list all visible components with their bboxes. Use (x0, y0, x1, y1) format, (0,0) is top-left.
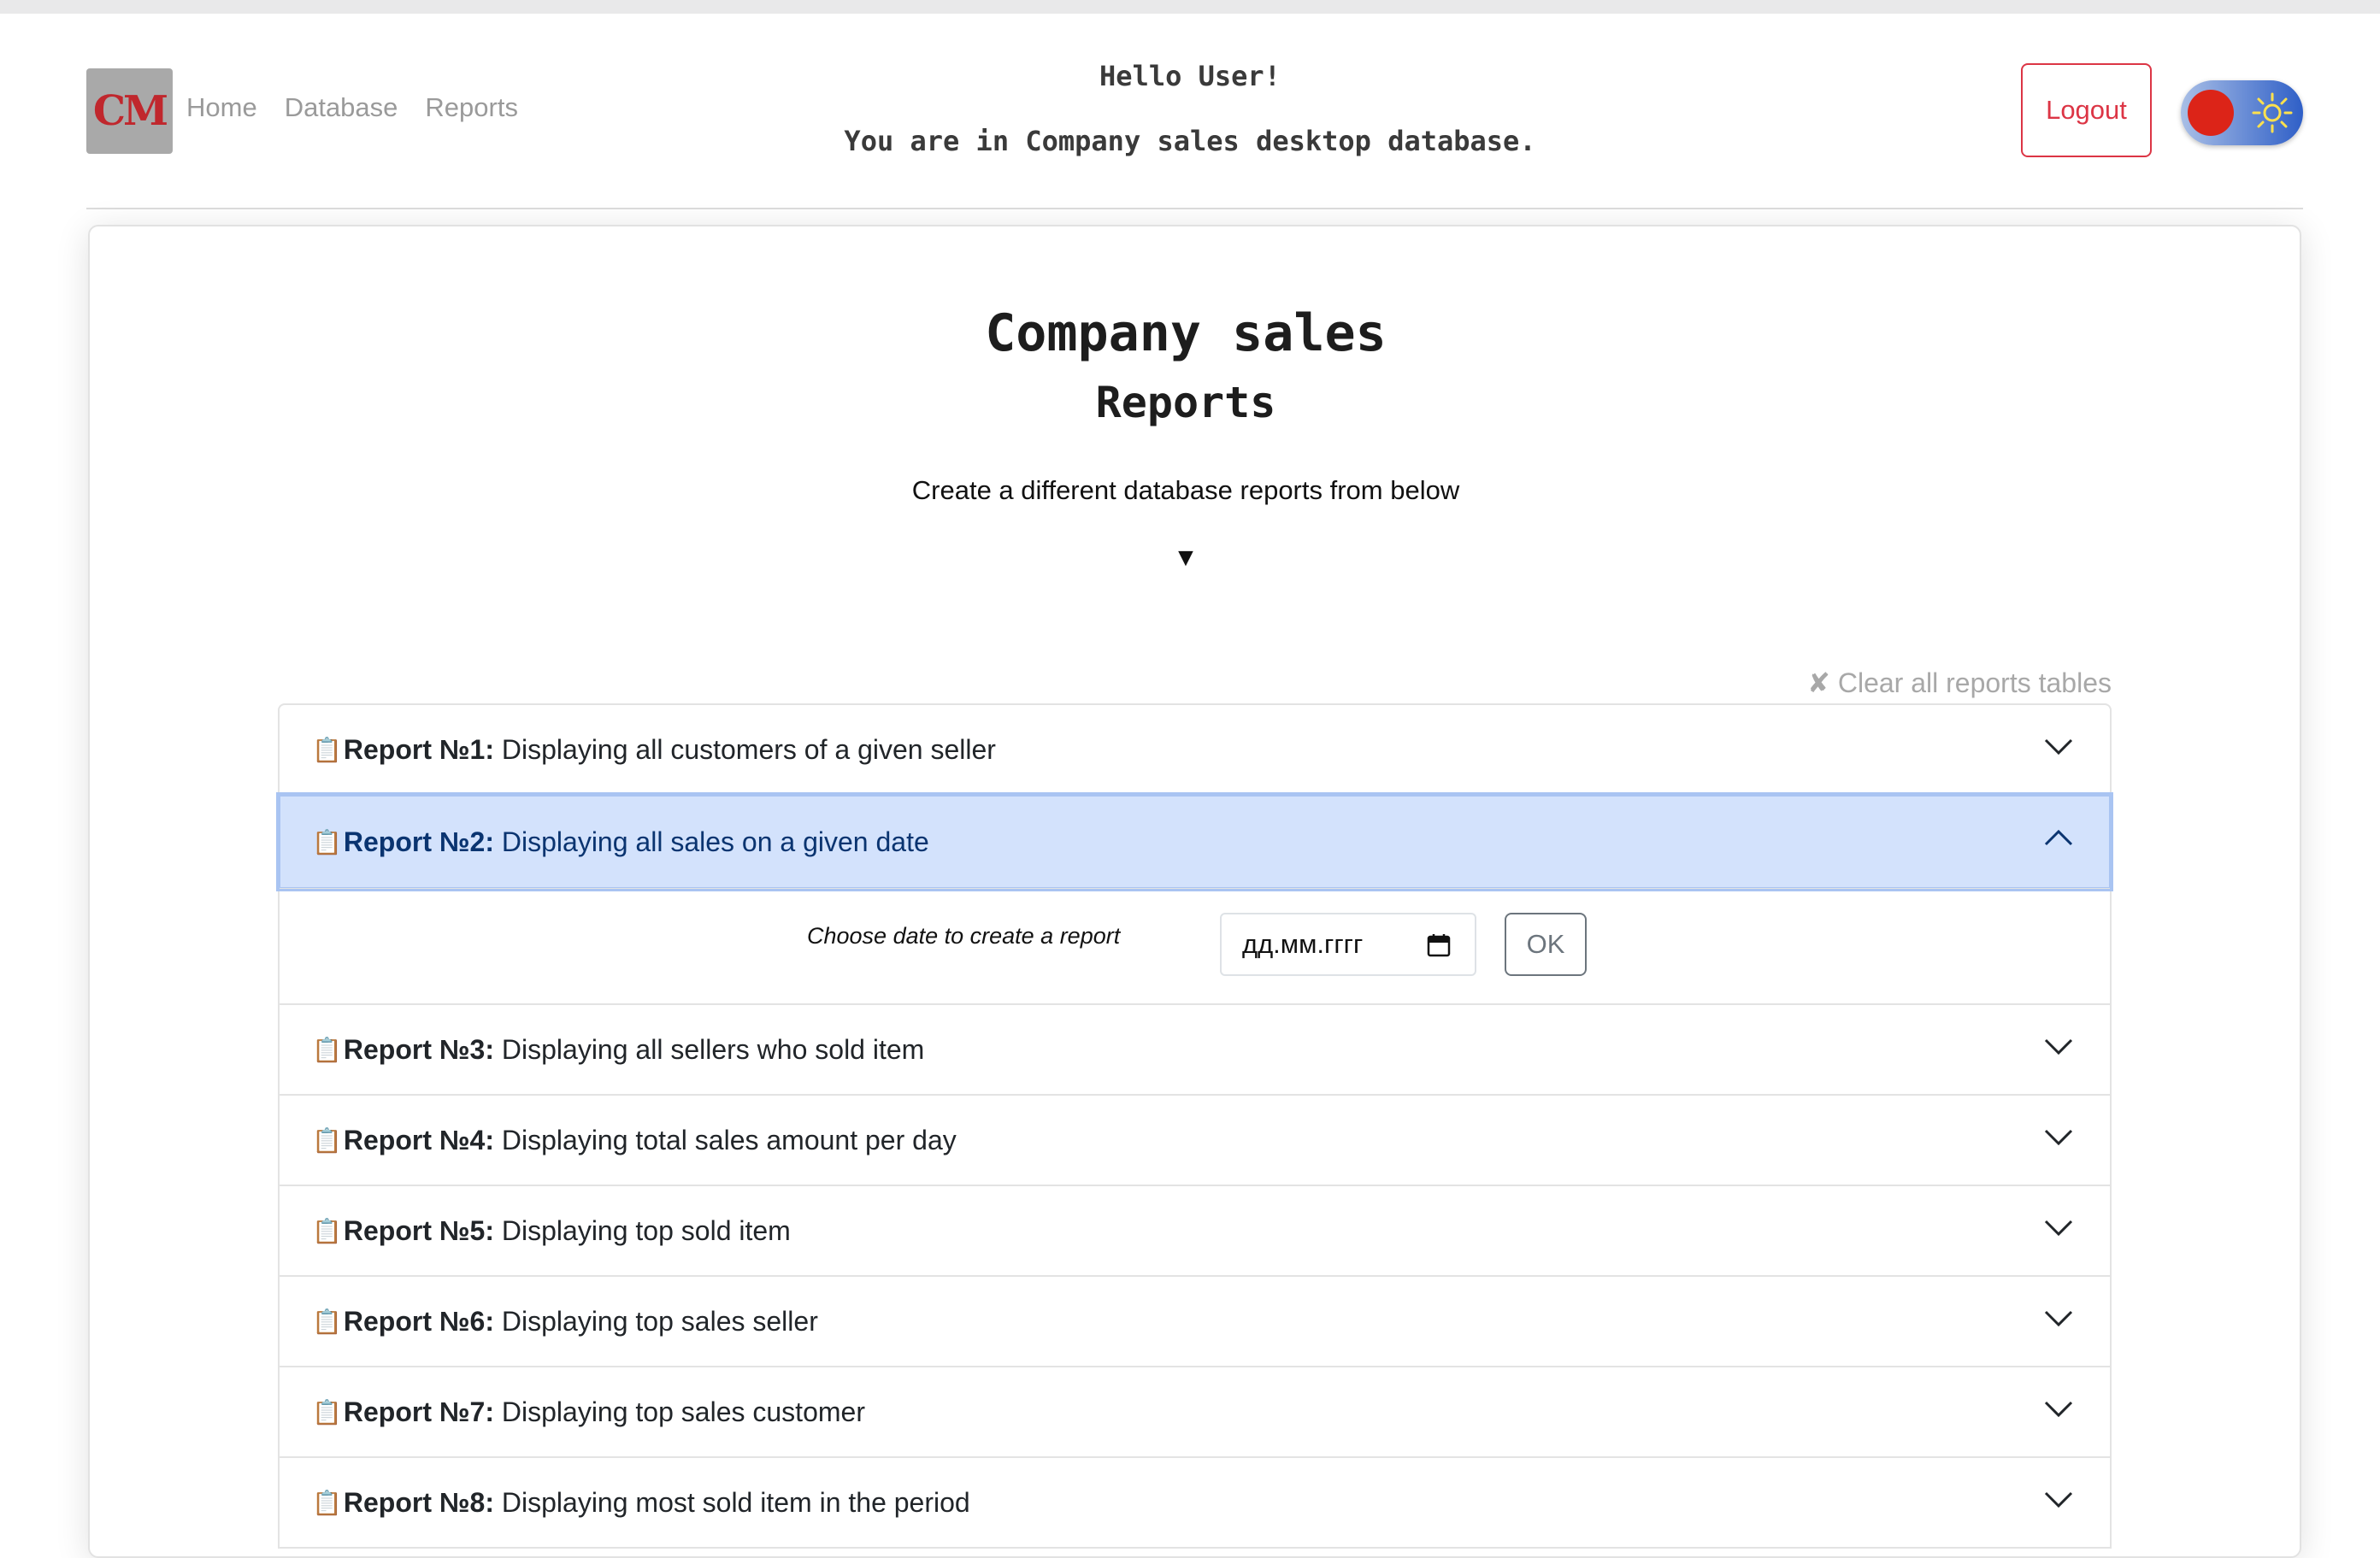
report-item-7: 📋 Report №7: Displaying top sales custome… (278, 1367, 2112, 1458)
clipboard-icon: 📋 (312, 1126, 342, 1154)
report-description: Displaying top sales seller (501, 1305, 818, 1337)
nav-home-link[interactable]: Home (186, 92, 257, 123)
report-title (494, 1306, 502, 1338)
report-title (494, 1034, 502, 1066)
theme-toggle[interactable] (2181, 80, 2303, 145)
report-title (494, 1125, 502, 1156)
report-header-7[interactable]: 📋 Report №7: Displaying top sales custome… (280, 1367, 2110, 1456)
header-divider (86, 208, 2303, 209)
page-title: Company sales (985, 303, 1387, 363)
ok-button[interactable]: OK (1505, 913, 1587, 976)
chevron-down-icon (2044, 738, 2073, 755)
page-description: Create a different database reports from… (911, 475, 1460, 505)
report-header-2[interactable]: 📋 Report №2: Displaying all sales on a gi… (276, 792, 2113, 891)
report-title (494, 1396, 502, 1428)
report-number-label: Report №7: (343, 1396, 494, 1427)
report-item-1: 📋 Report №1: Displaying all customers of … (278, 703, 2112, 796)
report-description: Displaying all customers of a given sell… (501, 733, 996, 765)
date-placeholder: дд.мм.гггг (1242, 929, 1364, 959)
report-number-label: Report №6: (343, 1305, 494, 1337)
down-arrow-icon: ▼ (1173, 544, 1199, 572)
clipboard-icon: 📋 (312, 736, 342, 763)
report-item-4: 📋 Report №4: Displaying total sales amoun… (278, 1096, 2112, 1186)
report-header-6[interactable]: 📋 Report №6: Displaying top sales seller (280, 1277, 2110, 1366)
report-item-8: 📋 Report №8: Displaying most sold item in… (278, 1458, 2112, 1549)
clear-all-reports-link[interactable]: ✘ Clear all reports tables (1802, 667, 2112, 699)
report-header-8[interactable]: 📋 Report №8: Displaying most sold item in… (280, 1458, 2110, 1547)
chevron-down-icon (2044, 1310, 2073, 1327)
report-description: Displaying total sales amount per day (501, 1124, 957, 1155)
report-header-1[interactable]: 📋 Report №1: Displaying all customers of … (280, 705, 2110, 794)
report-title (494, 826, 502, 858)
page-subtitle: Reports (1095, 378, 1276, 427)
report-header-4[interactable]: 📋 Report №4: Displaying total sales amoun… (280, 1096, 2110, 1185)
report-header-3[interactable]: 📋 Report №3: Displaying all sellers who s… (280, 1005, 2110, 1094)
report-item-5: 📋 Report №5: Displaying top sold item (278, 1186, 2112, 1277)
date-input[interactable]: дд.мм.гггг (1220, 913, 1476, 976)
nav-reports-link[interactable]: Reports (425, 92, 518, 123)
chevron-down-icon (2044, 1401, 2073, 1418)
report-2-body: Choose date to create a report дд.мм.гггг… (280, 888, 2110, 1003)
report-title (494, 1215, 502, 1247)
clipboard-icon: 📋 (312, 1398, 342, 1426)
report-item-3: 📋 Report №3: Displaying all sellers who s… (278, 1005, 2112, 1096)
logout-button[interactable]: Logout (2021, 63, 2152, 157)
report-title (494, 734, 502, 766)
window-top-bar (0, 0, 2380, 14)
report-description: Displaying all sales on a given date (501, 826, 929, 857)
report-item-6: 📋 Report №6: Displaying top sales seller (278, 1277, 2112, 1367)
report-description: Displaying top sales customer (501, 1396, 865, 1427)
calendar-icon[interactable] (1427, 933, 1451, 957)
reports-accordion: 📋 Report №1: Displaying all customers of … (276, 703, 2113, 1549)
nav-database-link[interactable]: Database (285, 92, 398, 123)
clipboard-icon: 📋 (312, 1217, 342, 1244)
report-description: Displaying all sellers who sold item (501, 1033, 925, 1065)
report-description: Displaying top sold item (501, 1214, 791, 1246)
report-number-label: Report №8: (343, 1486, 494, 1518)
clipboard-icon: 📋 (312, 1036, 342, 1063)
chevron-down-icon (2044, 1129, 2073, 1146)
date-prompt-label: Choose date to create a report (807, 923, 1121, 949)
clipboard-icon: 📋 (312, 828, 342, 855)
toggle-knob (2188, 90, 2234, 136)
report-title (494, 1487, 502, 1519)
report-number-label: Report №5: (343, 1214, 494, 1246)
report-number-label: Report №4: (343, 1124, 494, 1155)
report-number-label: Report №2: (343, 826, 494, 857)
report-number-label: Report №1: (343, 733, 494, 765)
report-header-5[interactable]: 📋 Report №5: Displaying top sold item (280, 1186, 2110, 1275)
clipboard-icon: 📋 (312, 1308, 342, 1335)
main-nav: Home Database Reports (186, 92, 518, 123)
sun-icon (2252, 92, 2293, 133)
chevron-down-icon (2044, 1220, 2073, 1237)
report-number-label: Report №3: (343, 1033, 494, 1065)
chevron-up-icon (2044, 829, 2073, 846)
report-item-2: 📋 Report №2: Displaying all sales on a gi… (276, 792, 2113, 1005)
chevron-down-icon (2044, 1491, 2073, 1508)
clipboard-icon: 📋 (312, 1489, 342, 1516)
chevron-down-icon (2044, 1038, 2073, 1055)
report-description: Displaying most sold item in the period (501, 1486, 970, 1518)
